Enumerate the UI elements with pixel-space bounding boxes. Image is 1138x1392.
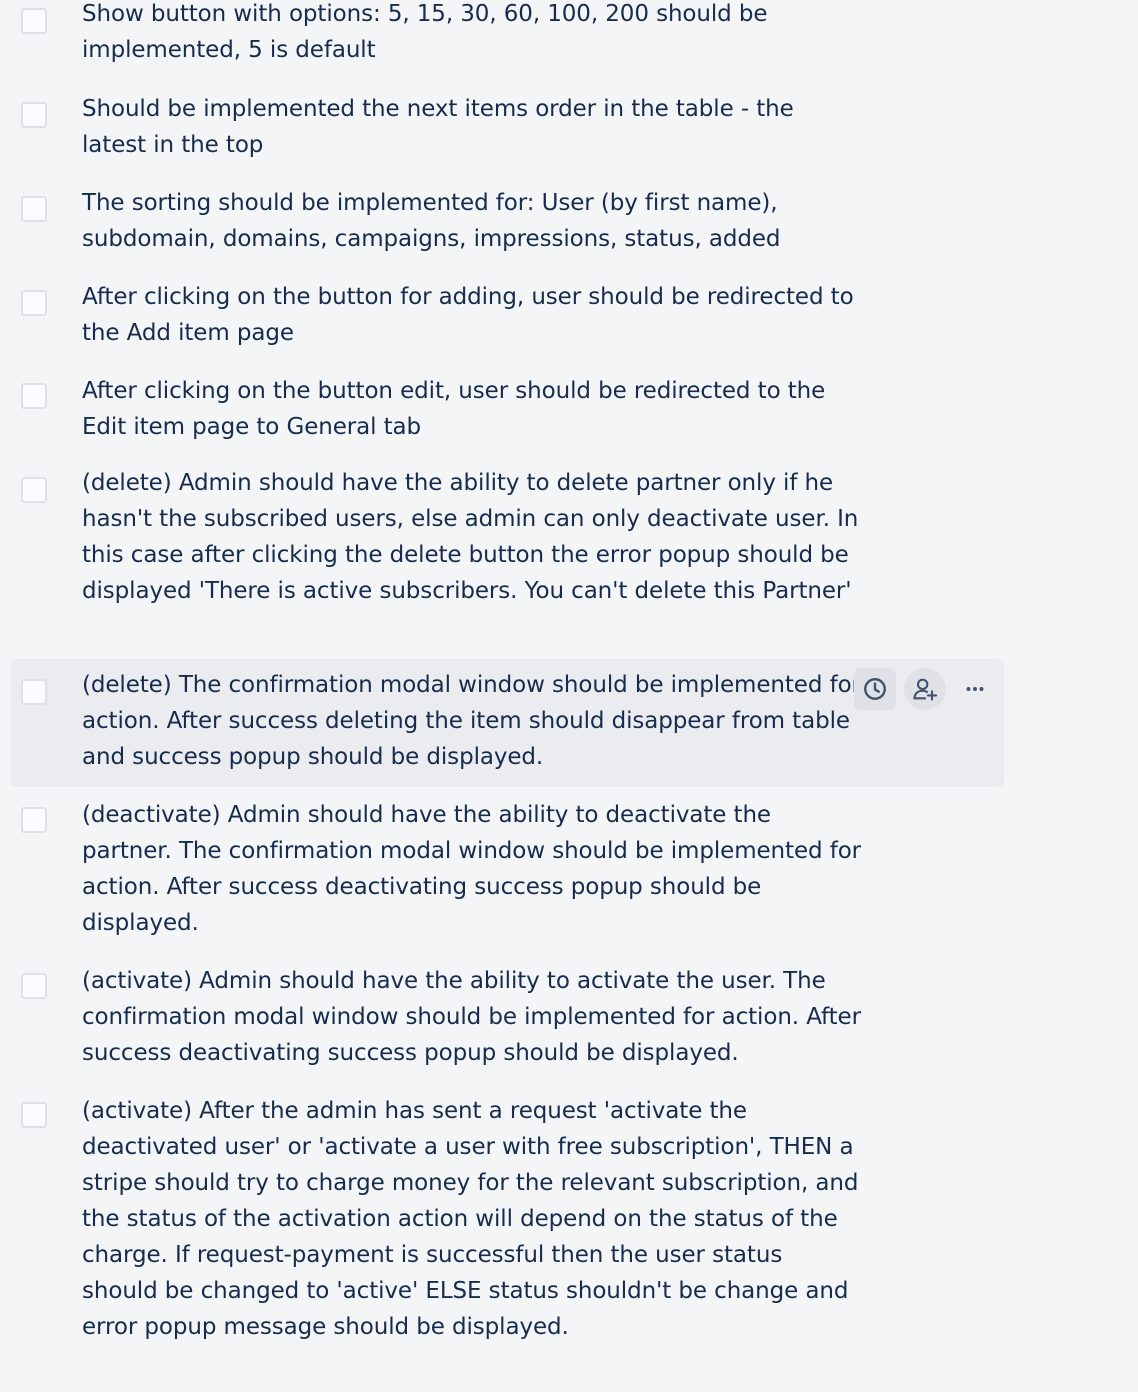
checklist-item[interactable]: (delete) Admin should have the ability t… — [10, 464, 1004, 654]
item-more-button[interactable] — [954, 668, 996, 710]
add-person-icon — [911, 675, 939, 703]
checklist-item-checkbox[interactable] — [21, 102, 47, 128]
checklist-item-text[interactable]: After clicking on the button for adding,… — [82, 279, 862, 351]
checklist-item-checkbox[interactable] — [21, 973, 47, 999]
checklist-item[interactable]: Should be implemented the next items ord… — [10, 88, 1004, 172]
checklist-item-text[interactable]: (activate) After the admin has sent a re… — [82, 1093, 862, 1345]
checklist-item-text[interactable]: Should be implemented the next items ord… — [82, 91, 862, 163]
checklist-item-actions — [854, 667, 996, 711]
checklist-item[interactable]: (activate) Admin should have the ability… — [10, 962, 1004, 1082]
checklist-item-text[interactable]: (delete) The confirmation modal window s… — [82, 667, 862, 775]
checklist-item-checkbox[interactable] — [21, 477, 47, 503]
checklist-item[interactable]: After clicking on the button for adding,… — [10, 276, 1004, 360]
checklist-item-checkbox[interactable] — [21, 383, 47, 409]
checklist-item-text[interactable]: (deactivate) Admin should have the abili… — [82, 797, 862, 941]
checklist-item-text[interactable]: (delete) Admin should have the ability t… — [82, 465, 862, 609]
due-date-button[interactable] — [854, 668, 896, 710]
checklist-item[interactable]: (deactivate) Admin should have the abili… — [10, 796, 1004, 952]
checklist-item-hovered[interactable]: (delete) The confirmation modal window s… — [10, 659, 1004, 787]
checklist-item[interactable]: The sorting should be implemented for: U… — [10, 182, 1004, 266]
checklist-item-text[interactable]: Show button with options: 5, 15, 30, 60,… — [82, 0, 862, 68]
checklist-item[interactable]: After clicking on the button edit, user … — [10, 370, 1004, 454]
checklist-item-checkbox[interactable] — [21, 290, 47, 316]
checklist-item-text[interactable]: After clicking on the button edit, user … — [82, 373, 862, 445]
assign-member-button[interactable] — [904, 668, 946, 710]
checklist-item-checkbox[interactable] — [21, 679, 47, 705]
checklist-item[interactable]: Show button with options: 5, 15, 30, 60,… — [10, 0, 1004, 78]
checklist-item-text[interactable]: (activate) Admin should have the ability… — [82, 963, 862, 1071]
more-icon — [962, 676, 988, 702]
checklist-item-checkbox[interactable] — [21, 8, 47, 34]
checklist-item[interactable]: (activate) After the admin has sent a re… — [10, 1092, 1004, 1392]
checklist-item-checkbox[interactable] — [21, 807, 47, 833]
checklist-item-checkbox[interactable] — [21, 1102, 47, 1128]
checklist-item-text[interactable]: The sorting should be implemented for: U… — [82, 185, 862, 257]
checklist-item-checkbox[interactable] — [21, 196, 47, 222]
clock-icon — [862, 676, 888, 702]
